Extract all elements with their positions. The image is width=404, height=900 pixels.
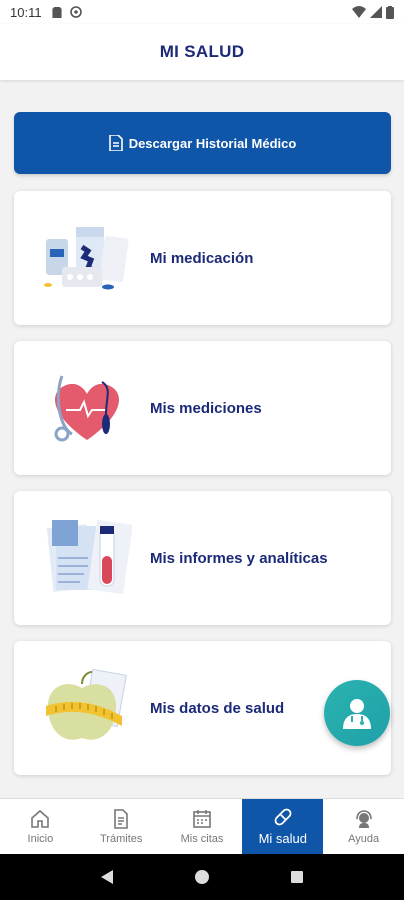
card-label: Mis datos de salud — [150, 699, 285, 717]
nav-item-mis-citas[interactable]: Mis citas — [162, 799, 243, 854]
download-medical-history-button[interactable]: Descargar Historial Médico — [14, 112, 391, 174]
nav-item-ayuda[interactable]: Ayuda — [323, 799, 404, 854]
download-button-label: Descargar Historial Médico — [128, 135, 297, 151]
signal-icon — [370, 6, 382, 18]
sim-card-icon — [51, 6, 62, 18]
card-measurements[interactable]: Mis mediciones — [14, 341, 391, 475]
heart-stethoscope-illustration — [32, 341, 142, 475]
nav-label: Inicio — [27, 832, 54, 845]
battery-icon — [386, 5, 394, 19]
document-icon — [114, 808, 128, 829]
status-time: 10:11 — [10, 4, 42, 20]
status-bar: 10:11 — [0, 0, 404, 24]
recents-icon[interactable] — [289, 869, 305, 885]
card-label: Mis informes y analíticas — [150, 549, 328, 567]
document-icon — [108, 135, 123, 151]
nav-item-inicio[interactable]: Inicio — [0, 799, 81, 854]
system-navigation-bar — [0, 854, 404, 900]
back-icon[interactable] — [99, 869, 115, 885]
pill-icon — [274, 808, 292, 826]
home-icon — [31, 809, 50, 828]
card-medication[interactable]: Mi medicación — [14, 191, 391, 325]
card-label: Mi medicación — [150, 249, 254, 267]
reports-bloodtube-illustration — [32, 491, 142, 625]
nav-label: Mis citas — [180, 832, 224, 845]
page-title: MI SALUD — [159, 42, 245, 61]
calendar-icon — [193, 809, 211, 828]
card-reports[interactable]: Mis informes y analíticas — [14, 491, 391, 625]
help-agent-icon — [355, 809, 372, 828]
nav-label: Trámites — [100, 832, 143, 845]
nav-label: Mi salud — [258, 831, 307, 846]
wifi-icon — [352, 6, 366, 18]
doctor-assistant-button[interactable] — [324, 680, 390, 746]
card-label: Mis mediciones — [150, 399, 262, 417]
nav-item-tramites[interactable]: Trámites — [81, 799, 162, 854]
bottom-navigation: Inicio Trámites Mis citas Mi salud Ayuda — [0, 798, 404, 854]
doctor-icon — [343, 699, 371, 729]
app-bar: MI SALUD — [0, 24, 404, 80]
data-saver-icon — [69, 6, 82, 18]
medication-illustration — [32, 191, 142, 325]
nav-item-mi-salud[interactable]: Mi salud — [242, 799, 324, 854]
home-circle-icon[interactable] — [194, 869, 210, 885]
apple-measuring-tape-illustration — [32, 641, 142, 775]
nav-label: Ayuda — [348, 832, 380, 845]
